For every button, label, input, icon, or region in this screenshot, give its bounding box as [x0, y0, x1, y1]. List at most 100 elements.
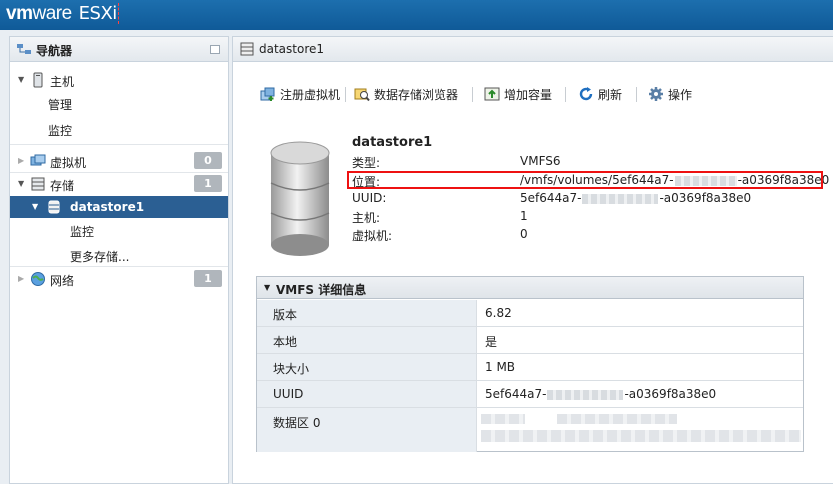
- nav-label-host: 主机: [50, 75, 75, 89]
- table-row: 本地 是: [257, 327, 803, 354]
- prop-location-value: /vmfs/volumes/5ef644a7- -a0369f8a38e0: [520, 173, 829, 187]
- datastore-icon: [48, 200, 60, 214]
- datastore-browser-button[interactable]: 数据存储浏览器: [354, 83, 458, 105]
- navigator-icon: [17, 44, 31, 54]
- navigator-header: 导航器: [10, 37, 228, 62]
- panel-header: datastore1: [233, 37, 833, 62]
- collapse-arrow-icon[interactable]: ▼: [264, 283, 270, 292]
- brand-vm: vm: [6, 3, 33, 24]
- prop-uuid-key: UUID:: [352, 191, 387, 205]
- table-row: 块大小 1 MB: [257, 354, 803, 381]
- refresh-label: 刷新: [598, 87, 623, 102]
- nav-item-monitor[interactable]: 监控: [10, 118, 228, 140]
- table-row: 版本 6.82: [257, 300, 803, 327]
- nav-label-network: 网络: [50, 274, 75, 288]
- divider: [10, 266, 228, 267]
- storage-icon: [31, 177, 45, 191]
- increase-capacity-label: 增加容量: [504, 87, 553, 102]
- uuid-prefix: 5ef644a7-: [520, 191, 582, 205]
- host-icon: [33, 72, 43, 88]
- toolbar-separator: [345, 87, 346, 102]
- actions-button[interactable]: 操作: [648, 83, 692, 105]
- divider: [10, 144, 228, 145]
- prop-vms-key: 虚拟机:: [352, 229, 393, 243]
- register-vm-label: 注册虚拟机: [280, 87, 341, 102]
- vmware-esxi-logo: vmware ESXi: [6, 3, 119, 25]
- nav-label-ds-monitor: 监控: [70, 225, 95, 239]
- expand-arrow-icon[interactable]: ▼: [18, 179, 24, 188]
- redacted-text: [582, 193, 659, 204]
- refresh-button[interactable]: 刷新: [578, 83, 622, 105]
- collapse-navigator-button[interactable]: [210, 45, 220, 54]
- row-key-uuid: UUID: [257, 381, 477, 407]
- nav-label-storage: 存储: [50, 179, 75, 193]
- nav-label-datastore1: datastore1: [70, 200, 145, 214]
- redacted-text: [674, 175, 737, 186]
- vmfs-details-header[interactable]: ▼ VMFS 详细信息: [257, 277, 803, 299]
- expand-arrow-icon[interactable]: ▼: [18, 75, 24, 84]
- table-row: 数据区 0: [257, 408, 803, 452]
- nav-item-network[interactable]: ▶ 网络 1: [10, 268, 228, 290]
- nav-label-monitor: 监控: [48, 124, 73, 138]
- prop-location-key: 位置:: [352, 175, 381, 189]
- datastore-browser-label: 数据存储浏览器: [374, 87, 459, 102]
- row-value-uuid: 5ef644a7- -a0369f8a38e0: [485, 387, 716, 401]
- location-prefix: /vmfs/volumes/5ef644a7-: [520, 173, 674, 187]
- nav-item-vms[interactable]: ▶ 虚拟机 0: [10, 150, 228, 172]
- row-value-local: 是: [485, 335, 498, 349]
- browser-icon: [354, 88, 370, 102]
- navigator-title: 导航器: [36, 44, 73, 58]
- datastore-large-icon: [270, 141, 330, 256]
- register-vm-button[interactable]: 注册虚拟机: [260, 83, 340, 105]
- nav-label-manage: 管理: [48, 98, 73, 112]
- top-bar: vmware ESXi: [0, 0, 833, 30]
- redacted-text: [557, 414, 677, 424]
- nav-item-ds-monitor[interactable]: 监控: [10, 219, 228, 241]
- prop-hosts-value: 1: [520, 209, 528, 223]
- datastore-icon: [240, 42, 254, 56]
- count-badge: 1: [194, 270, 222, 287]
- panel-title: datastore1: [259, 42, 325, 56]
- expand-arrow-icon[interactable]: ▶: [18, 156, 24, 165]
- redacted-text: [547, 389, 624, 400]
- expand-arrow-icon[interactable]: ▶: [18, 274, 24, 283]
- brand-ware: ware: [32, 3, 72, 24]
- prop-type-key: 类型:: [352, 156, 381, 170]
- table-row: UUID 5ef644a7- -a0369f8a38e0: [257, 381, 803, 408]
- increase-capacity-icon: [484, 87, 500, 101]
- row-value-version: 6.82: [485, 306, 512, 320]
- prop-hosts-key: 主机:: [352, 211, 381, 225]
- nav-label-more-storage: 更多存储...: [70, 250, 130, 264]
- datastore-name: datastore1: [352, 135, 433, 150]
- count-badge: 0: [194, 152, 222, 169]
- uuid-suffix: -a0369f8a38e0: [624, 387, 717, 401]
- vmfs-details-card: ▼ VMFS 详细信息 版本 6.82 本地 是 块大小 1 MB UUID 5…: [256, 276, 804, 452]
- toolbar-separator: [636, 87, 637, 102]
- nav-item-manage[interactable]: 管理: [10, 92, 228, 114]
- toolbar: 注册虚拟机 数据存储浏览器 增加容量 刷新 操作: [233, 83, 833, 107]
- datastore-panel: datastore1 注册虚拟机 数据存储浏览器 增加容量 刷新 操作 data…: [232, 36, 833, 484]
- redacted-text: [481, 414, 525, 424]
- prop-vms-value: 0: [520, 227, 528, 241]
- navigator-panel: 导航器 ▼ 主机 管理 监控 ▶ 虚拟机 0 ▼ 存储 1 ▼ datastor…: [9, 36, 229, 484]
- increase-capacity-button[interactable]: 增加容量: [484, 83, 552, 105]
- refresh-icon: [579, 87, 593, 101]
- vm-icon: [30, 154, 46, 166]
- nav-item-host[interactable]: ▼ 主机: [10, 69, 228, 91]
- location-suffix: -a0369f8a38e0: [737, 173, 830, 187]
- count-badge: 1: [194, 175, 222, 192]
- uuid-suffix: -a0369f8a38e0: [659, 191, 752, 205]
- redacted-text: [481, 430, 801, 442]
- brand-product: ESXi: [77, 3, 119, 24]
- nav-item-storage[interactable]: ▼ 存储 1: [10, 173, 228, 195]
- vmfs-details-title: VMFS 详细信息: [276, 283, 367, 297]
- row-key-local: 本地: [257, 327, 477, 353]
- gear-icon: [649, 87, 663, 101]
- nav-item-more-storage[interactable]: 更多存储...: [10, 244, 228, 266]
- row-key-block-size: 块大小: [257, 354, 477, 380]
- network-globe-icon: [31, 272, 45, 286]
- row-key-version: 版本: [257, 300, 477, 326]
- nav-item-datastore1[interactable]: ▼ datastore1: [10, 196, 228, 218]
- expand-arrow-icon[interactable]: ▼: [32, 202, 38, 211]
- toolbar-separator: [472, 87, 473, 102]
